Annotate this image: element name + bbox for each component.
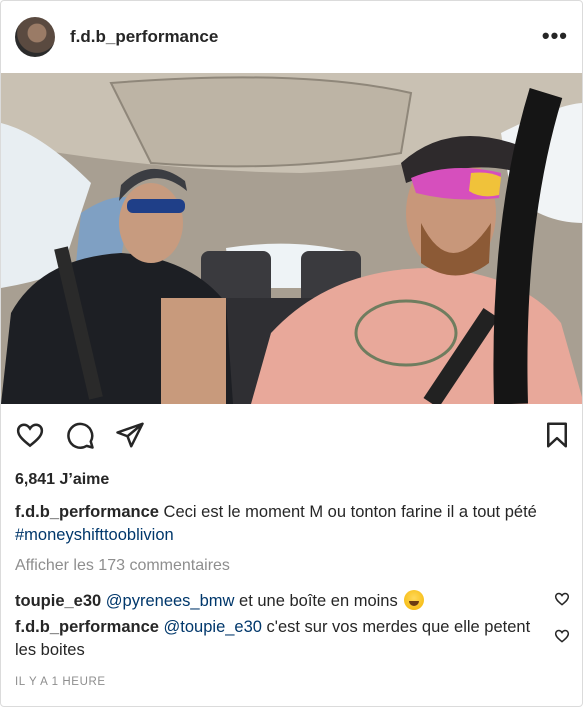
more-options-icon[interactable]: ••• bbox=[542, 25, 568, 47]
comment-item: toupie_e30 @pyrenees_bmw et une boîte en… bbox=[15, 590, 555, 613]
comment-item: f.d.b_performance @toupie_e30 c'est sur … bbox=[15, 616, 555, 662]
comment-text: et une boîte en moins bbox=[234, 592, 398, 610]
caption: f.d.b_performance Ceci est le moment M o… bbox=[15, 501, 575, 547]
heart-icon[interactable] bbox=[15, 420, 45, 450]
post-username[interactable]: f.d.b_performance bbox=[70, 27, 218, 47]
caption-hashtag[interactable]: #moneyshifttooblivion bbox=[15, 526, 174, 544]
action-bar bbox=[1, 404, 582, 462]
post-header: f.d.b_performance ••• bbox=[1, 1, 582, 73]
post-timestamp[interactable]: IL Y A 1 HEURE bbox=[15, 676, 106, 688]
comment-username[interactable]: toupie_e30 bbox=[15, 592, 101, 610]
grinning-sweat-emoji-icon bbox=[404, 590, 425, 610]
comment-like-heart-icon[interactable] bbox=[554, 628, 570, 644]
avatar[interactable] bbox=[15, 17, 55, 57]
view-all-comments-link[interactable]: Afficher les 173 commentaires bbox=[15, 557, 230, 575]
bookmark-icon[interactable] bbox=[542, 420, 572, 450]
comment-mention[interactable]: @toupie_e30 bbox=[164, 618, 262, 636]
comment-icon[interactable] bbox=[65, 420, 95, 450]
caption-text: Ceci est le moment M ou tonton farine il… bbox=[163, 503, 537, 521]
post-card: f.d.b_performance ••• 6,841 J’aime f.d.b… bbox=[0, 0, 583, 707]
comment-like-heart-icon[interactable] bbox=[554, 591, 570, 607]
caption-username[interactable]: f.d.b_performance bbox=[15, 503, 159, 521]
likes-count[interactable]: 6,841 J’aime bbox=[15, 471, 109, 489]
comment-mention[interactable]: @pyrenees_bmw bbox=[106, 592, 235, 610]
send-icon[interactable] bbox=[115, 420, 145, 450]
comment-username[interactable]: f.d.b_performance bbox=[15, 618, 159, 636]
post-photo[interactable] bbox=[1, 73, 582, 404]
